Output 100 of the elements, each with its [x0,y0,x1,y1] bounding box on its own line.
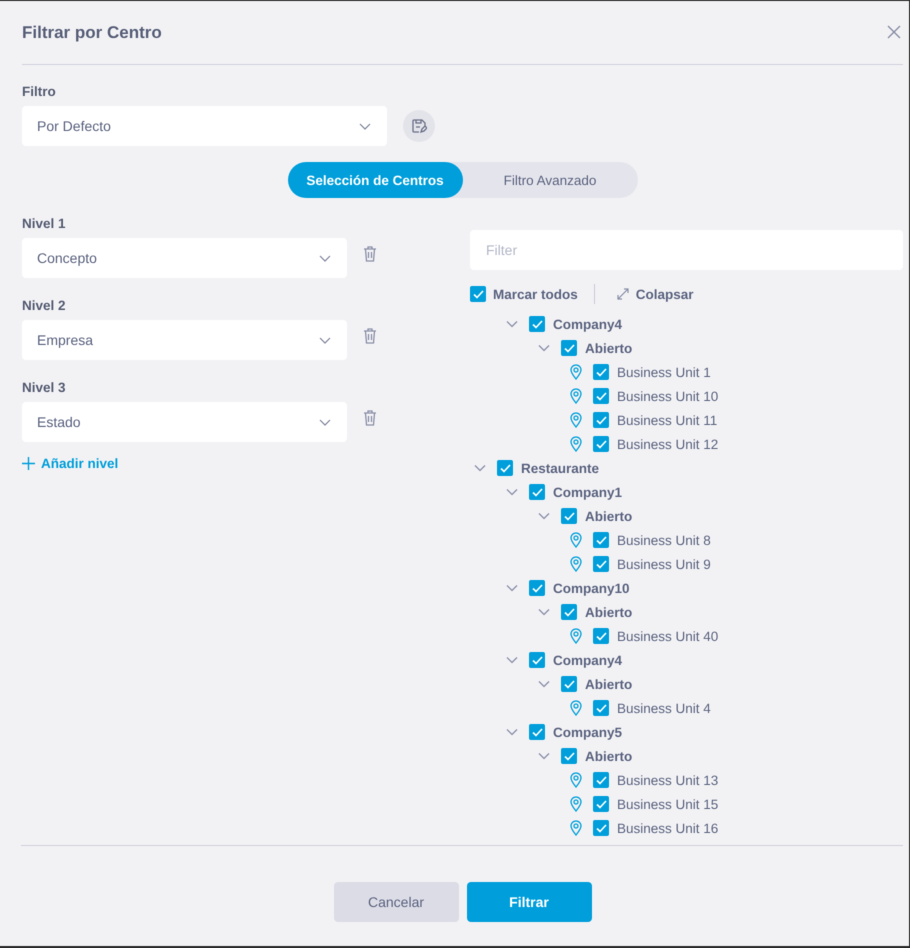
checkmark-icon [532,728,542,736]
tree-checkbox[interactable] [561,508,577,524]
level-select[interactable]: Estado [22,402,347,442]
add-level-link[interactable]: Añadir nivel [22,456,118,471]
tree-checkbox[interactable] [593,364,609,380]
tree-checkbox[interactable] [529,580,545,596]
tree-checkbox[interactable] [593,556,609,572]
chevron-icon[interactable] [538,344,550,352]
tree-item-label[interactable]: Abierto [585,340,632,356]
checkmark-icon [532,320,542,328]
checkmark-icon [596,776,606,784]
tree-item-label[interactable]: Business Unit 12 [617,436,718,452]
tree-checkbox[interactable] [593,628,609,644]
tree-checkbox[interactable] [561,340,577,356]
save-filter-button[interactable] [403,110,435,142]
tree-item-label[interactable]: Business Unit 13 [617,772,718,788]
tree-item-label[interactable]: Restaurante [521,460,600,476]
tree-item-label[interactable]: Business Unit 40 [617,628,718,644]
tree-checkbox[interactable] [593,772,609,788]
tree-checkbox[interactable] [593,412,609,428]
tree-item-label[interactable]: Business Unit 1 [617,364,711,380]
close-button[interactable] [887,24,903,40]
chevron-down-icon [319,336,331,344]
checkmark-icon [564,608,574,616]
collapse-label[interactable]: Colapsar [636,286,694,302]
location-pin-icon [570,796,582,812]
collapse-icon[interactable] [616,288,629,300]
tab[interactable]: Selección de Centros [288,162,462,198]
tree-checkbox[interactable] [529,652,545,668]
tree-item-label[interactable]: Company10 [553,580,630,596]
chevron-icon[interactable] [506,488,518,496]
plus-icon [22,457,35,470]
tree-item-label[interactable]: Company4 [553,652,622,668]
chevron-icon[interactable] [506,320,518,328]
filter-button[interactable]: Filtrar [466,882,592,922]
tree-item-label[interactable]: Abierto [585,508,632,524]
cancel-button[interactable]: Cancelar [334,882,458,922]
chevron-down-icon [319,418,331,426]
chevron-icon[interactable] [538,752,550,760]
tree-checkbox[interactable] [561,604,577,620]
tree-checkbox[interactable] [561,748,577,764]
chevron-icon[interactable] [538,680,550,688]
tree-item-label[interactable]: Business Unit 16 [617,820,718,836]
tree-checkbox[interactable] [593,436,609,452]
select-all-checkbox[interactable] [470,286,486,302]
tree-item-label[interactable]: Business Unit 15 [617,796,718,812]
filter-input[interactable]: Filter [470,230,903,270]
chevron-icon[interactable] [538,608,550,616]
location-pin-icon [570,772,582,788]
filter-select[interactable]: Por Defecto [22,106,387,146]
tree-item-label[interactable]: Abierto [585,604,632,620]
close-icon [887,24,901,38]
level-select[interactable]: Empresa [22,320,347,360]
location-pin-icon [570,556,582,572]
tree-item-label[interactable]: Business Unit 4 [617,700,711,716]
field-label: Filtro [22,84,57,99]
chevron-icon[interactable] [538,512,550,520]
tree-checkbox[interactable] [593,532,609,548]
tree-item-label[interactable]: Business Unit 10 [617,388,718,404]
tree-item-label[interactable]: Company5 [553,724,622,740]
tree-item-label[interactable]: Business Unit 9 [617,556,711,572]
checkmark-icon [596,632,606,640]
level-select[interactable]: Concepto [22,238,347,278]
trash-icon[interactable] [363,410,377,426]
trash-icon[interactable] [363,246,377,262]
tree-item-label[interactable]: Business Unit 11 [617,412,718,428]
checkmark-icon [596,800,606,808]
tree-item-label[interactable]: Abierto [585,748,632,764]
tree-item-label[interactable]: Company1 [553,484,622,500]
trash-icon[interactable] [363,328,377,344]
tree-checkbox[interactable] [529,484,545,500]
chevron-icon[interactable] [506,728,518,736]
chevron-icon[interactable] [506,584,518,592]
chevron-icon[interactable] [474,464,486,472]
tree-checkbox[interactable] [497,460,513,476]
tree-item-label[interactable]: Business Unit 8 [617,532,711,548]
tree-checkbox[interactable] [561,676,577,692]
checkmark-icon [500,464,510,472]
tree-checkbox[interactable] [593,820,609,836]
checkmark-icon [564,512,574,520]
tree-checkbox[interactable] [593,700,609,716]
tree-item-label[interactable]: Company4 [553,316,622,332]
checkmark-icon [596,392,606,400]
tree-checkbox[interactable] [529,724,545,740]
checkmark-icon [596,560,606,568]
location-pin-icon [570,820,582,836]
location-pin-icon [570,436,582,452]
checkmark-icon [532,656,542,664]
save-edit-icon [411,118,427,134]
location-pin-icon [570,412,582,428]
chevron-icon[interactable] [506,656,518,664]
tree-checkbox[interactable] [529,316,545,332]
tree-checkbox[interactable] [593,388,609,404]
tree-item-label[interactable]: Abierto [585,676,632,692]
tree-checkbox[interactable] [593,796,609,812]
dialog-title: Filtrar por Centro [22,22,162,42]
checkmark-icon [596,824,606,832]
tab[interactable]: Filtro Avanzado [462,162,638,198]
location-pin-icon [570,388,582,404]
select-all-label[interactable]: Marcar todos [493,286,578,302]
